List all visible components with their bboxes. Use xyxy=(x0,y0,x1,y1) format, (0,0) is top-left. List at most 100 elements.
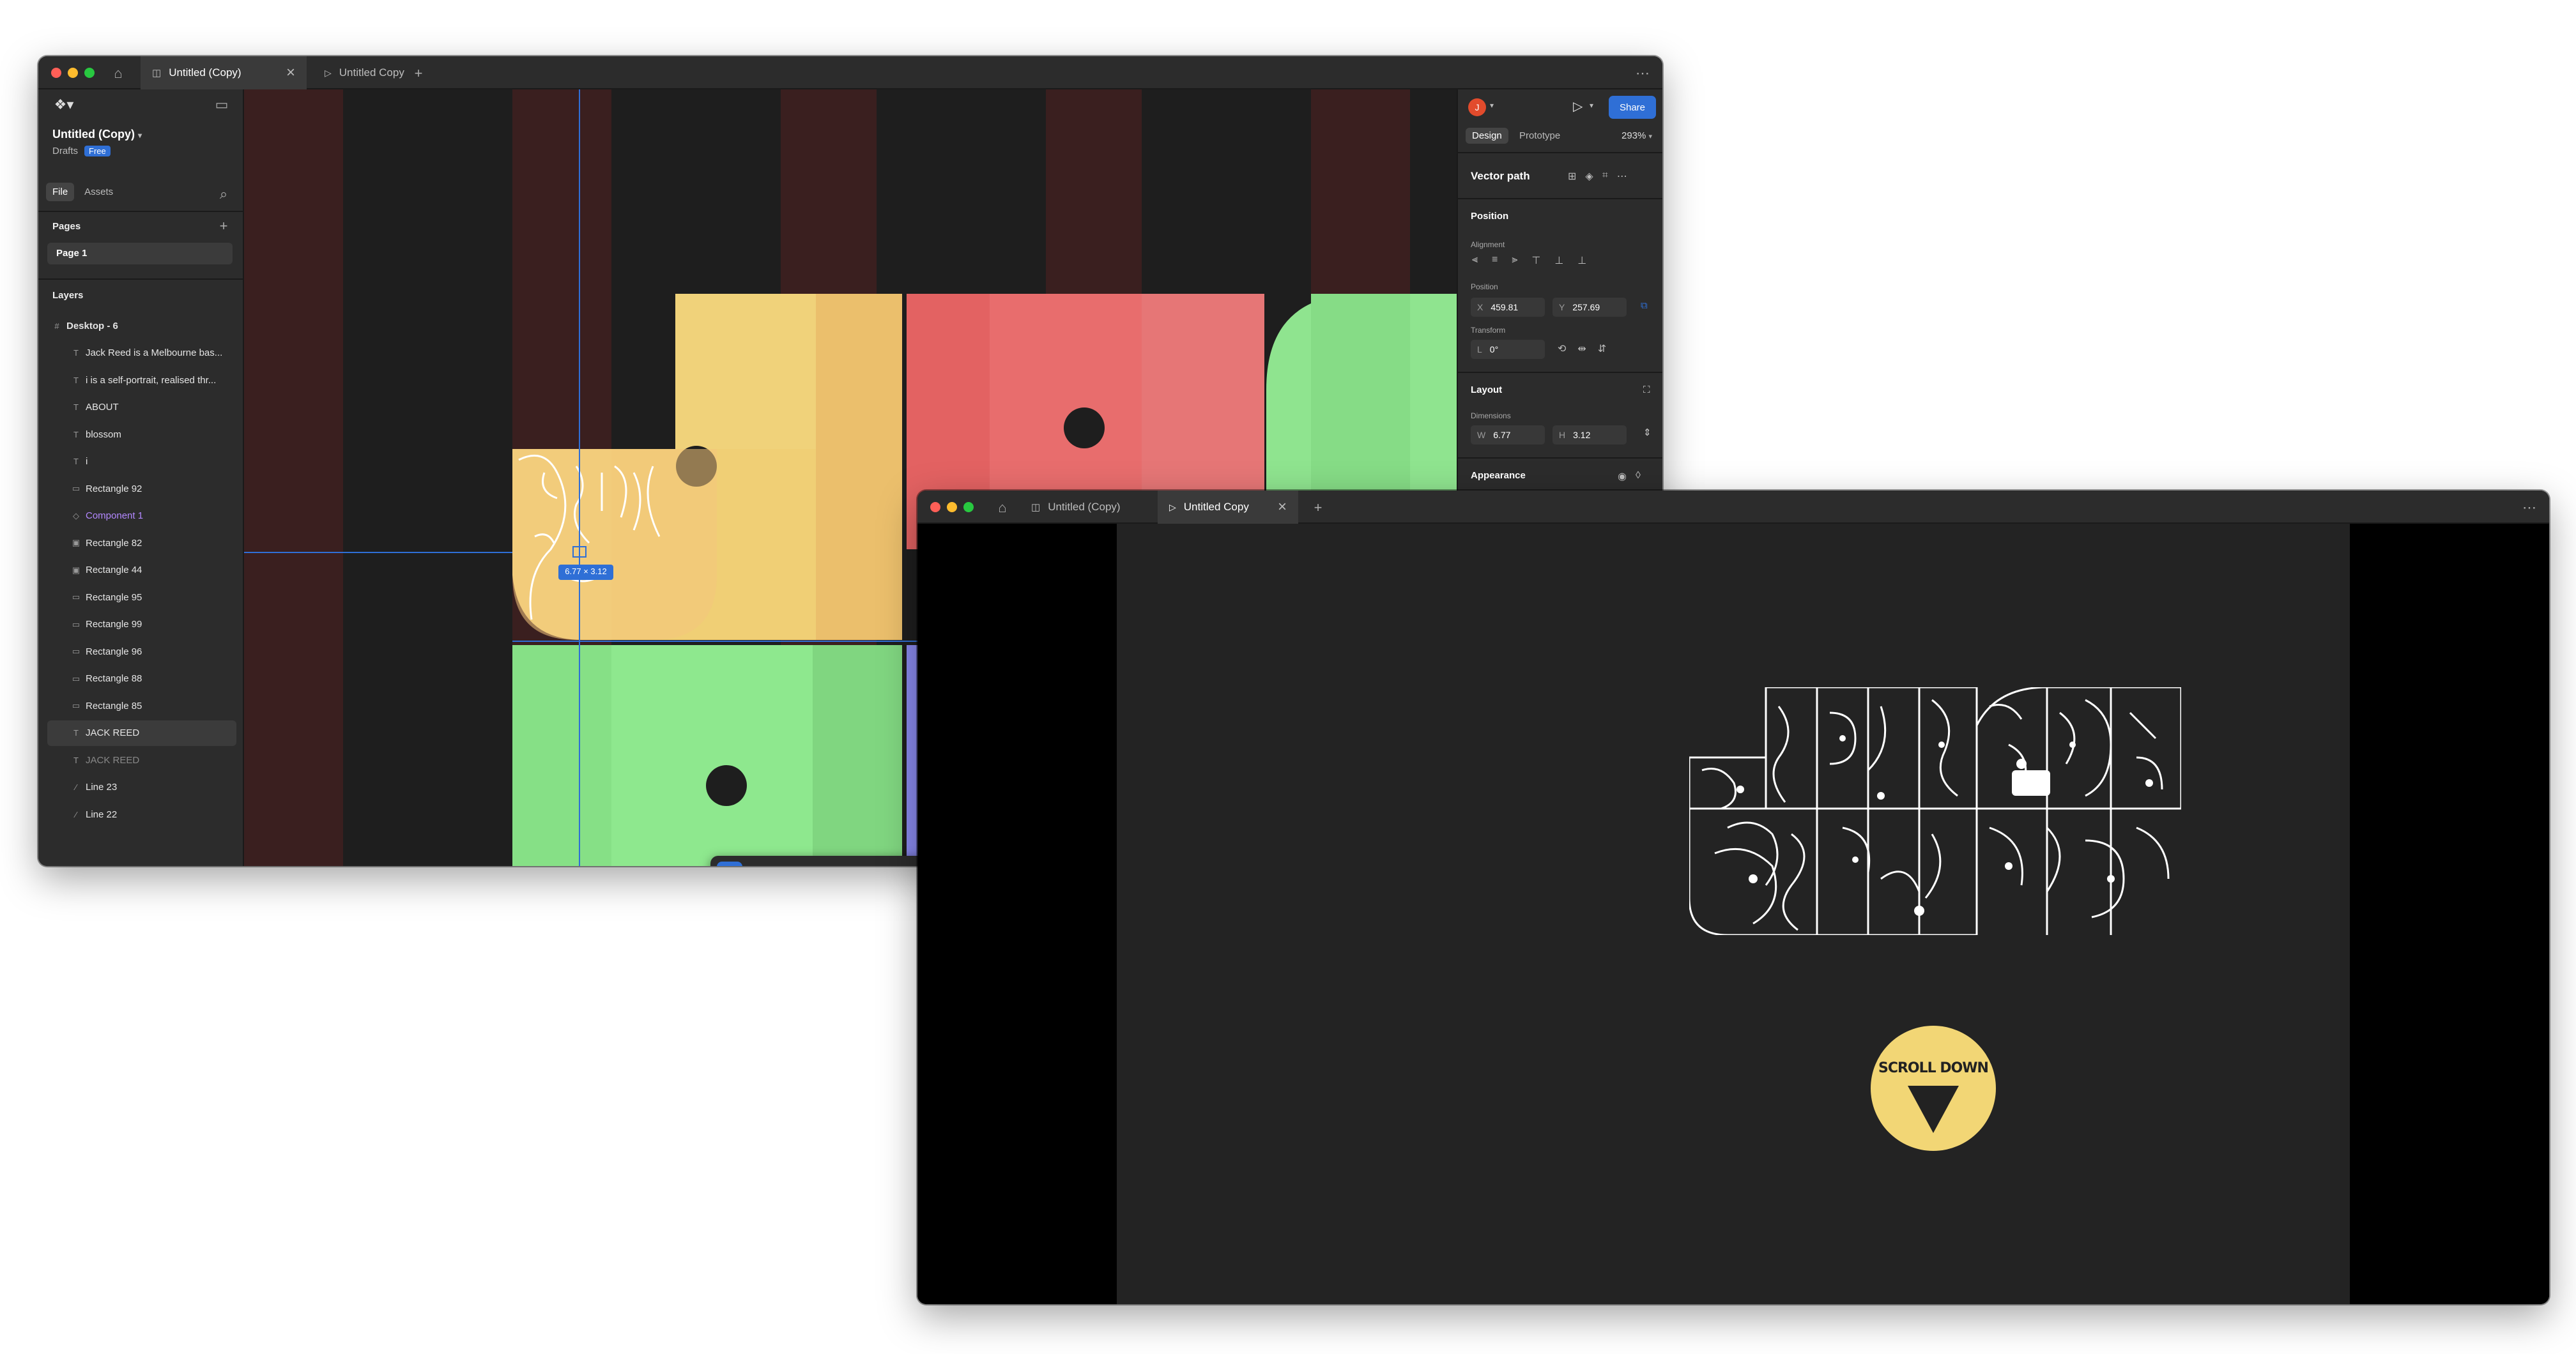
layout-grid-icon[interactable]: ⛶ xyxy=(1643,384,1650,395)
tab-file[interactable]: File xyxy=(46,183,75,201)
selection-actions: ⊞ ◈ ⌗ ⋯ xyxy=(1568,170,1627,183)
close-window-button[interactable] xyxy=(51,68,61,78)
home-icon[interactable]: ⌂ xyxy=(993,498,1012,517)
search-icon[interactable]: ⌕ xyxy=(215,185,233,203)
more-icon[interactable]: ⋯ xyxy=(1617,170,1627,183)
tab-prototype[interactable]: Prototype xyxy=(1519,130,1560,141)
avatar[interactable]: J xyxy=(1468,98,1486,116)
tab-design[interactable]: Design xyxy=(1466,128,1508,144)
scroll-down-button[interactable]: SCROLL DOWN xyxy=(1871,1026,1996,1151)
layer-item[interactable]: ▣ Rectangle 82 xyxy=(47,530,236,556)
mask-icon[interactable]: ◈ xyxy=(1585,170,1593,183)
layer-item[interactable]: ◇ Component 1 xyxy=(47,503,236,529)
layer-item[interactable]: Ti is a self-portrait, realised thr... xyxy=(47,367,236,393)
component-icon[interactable]: ⊞ xyxy=(1568,170,1576,183)
y-field[interactable]: Y 257.69 xyxy=(1552,298,1627,317)
layer-label: ABOUT xyxy=(86,402,119,413)
layer-item[interactable]: ▭ Rectangle 92 xyxy=(47,476,236,501)
chevron-down-icon[interactable]: ▾ xyxy=(1490,101,1494,110)
tab-assets[interactable]: Assets xyxy=(78,183,119,201)
prototype-frame[interactable]: SCROLL DOWN xyxy=(1117,524,2350,1304)
frame-icon: # xyxy=(54,321,59,331)
window-controls xyxy=(51,68,95,78)
add-page-icon[interactable]: + xyxy=(215,217,233,235)
file-title[interactable]: Untitled (Copy) ▾ xyxy=(52,128,142,141)
layer-item[interactable]: T JACK REED xyxy=(47,720,236,746)
text-tool-icon[interactable]: T xyxy=(885,862,911,866)
eye-icon[interactable]: ◉ xyxy=(1618,470,1627,483)
layer-item[interactable]: Ti xyxy=(47,449,236,475)
rectangle-icon: ▭ xyxy=(72,646,80,656)
rectangle-icon: ▭ xyxy=(72,701,80,710)
layer-item[interactable]: T JACK REED xyxy=(47,747,236,773)
maximize-window-button[interactable] xyxy=(84,68,95,78)
layer-item[interactable]: Tblossom xyxy=(47,422,236,447)
minimize-window-button[interactable] xyxy=(68,68,78,78)
flip-vertical-icon[interactable]: ⇵ xyxy=(1598,342,1606,355)
align-middle-icon[interactable]: ⊥ xyxy=(1554,254,1563,267)
left-sidebar: ❖▾ ▭ Untitled (Copy) ▾ Drafts Free File … xyxy=(38,89,244,866)
share-button[interactable]: Share xyxy=(1609,96,1656,119)
layer-item[interactable]: ∕ Line 22 xyxy=(47,802,236,827)
tab-untitled-copy-parens[interactable]: ◫ Untitled (Copy) × xyxy=(141,56,307,89)
layer-item[interactable]: ▭ Rectangle 88 xyxy=(47,666,236,692)
present-icon[interactable]: ▷ xyxy=(1573,98,1583,114)
panel-toggle-icon[interactable]: ▭ xyxy=(211,95,233,115)
opacity-drop-icon[interactable]: ◊ xyxy=(1636,470,1641,483)
close-icon[interactable]: × xyxy=(1278,498,1287,516)
more-icon[interactable]: ⋯ xyxy=(1633,64,1652,83)
more-icon[interactable]: ⋯ xyxy=(2520,498,2539,517)
close-icon[interactable]: × xyxy=(286,64,295,82)
rotate-icon[interactable]: ⟲ xyxy=(1558,342,1566,355)
maximize-window-button[interactable] xyxy=(963,502,974,512)
home-icon[interactable]: ⌂ xyxy=(109,64,128,83)
page-item[interactable]: Page 1 xyxy=(47,243,233,264)
new-tab-icon[interactable]: + xyxy=(1308,498,1328,517)
tab-untitled-copy[interactable]: ▷ Untitled Copy × xyxy=(1158,491,1298,524)
rectangle-icon: ▭ xyxy=(72,592,80,602)
move-tool-icon[interactable]: ➤ xyxy=(717,862,742,866)
chevron-down-icon: ▾ xyxy=(138,131,142,140)
frame-tool-icon[interactable]: # xyxy=(759,862,785,866)
align-right-icon[interactable]: ⫸ xyxy=(1512,254,1517,267)
layer-label: Rectangle 95 xyxy=(86,591,142,603)
divider xyxy=(1458,457,1662,459)
align-left-icon[interactable]: ⫷ xyxy=(1472,254,1478,267)
titlebar: ⌂ ◫ Untitled (Copy) ▷ Untitled Copy × + … xyxy=(917,491,2549,524)
component-icon: ◇ xyxy=(73,510,79,521)
align-center-icon[interactable]: ≡ xyxy=(1492,254,1498,267)
layer-item[interactable]: ▭ Rectangle 96 xyxy=(47,639,236,664)
layer-item[interactable]: T ABOUT xyxy=(47,395,236,420)
constraints-icon[interactable]: ⧉ xyxy=(1641,300,1648,311)
rectangle-icon: ▭ xyxy=(72,483,80,493)
line-icon: ∕ xyxy=(75,782,77,792)
minimize-window-button[interactable] xyxy=(947,502,957,512)
constrain-proportions-icon[interactable]: ⇕ xyxy=(1643,427,1652,438)
x-field[interactable]: X 459.81 xyxy=(1471,298,1545,317)
flip-horizontal-icon[interactable]: ⇹ xyxy=(1577,342,1586,355)
layer-label: Component 1 xyxy=(86,510,144,521)
rotation-field[interactable]: L 0° xyxy=(1471,340,1545,359)
layer-item[interactable]: T Jack Reed is a Melbourne bas... xyxy=(47,340,236,366)
pen-tool-icon[interactable]: ✒ xyxy=(843,862,869,866)
tab-untitled-copy-parens[interactable]: ◫ Untitled (Copy) xyxy=(1020,491,1154,524)
layer-item[interactable]: ▭ Rectangle 95 xyxy=(47,584,236,610)
zoom-control[interactable]: 293% ▾ xyxy=(1621,130,1652,141)
new-tab-icon[interactable]: + xyxy=(409,64,428,83)
figma-menu-icon[interactable]: ❖▾ xyxy=(51,95,77,115)
layer-label: JACK REED xyxy=(86,754,140,766)
align-bottom-icon[interactable]: ⊥ xyxy=(1577,254,1586,267)
layer-item[interactable]: ▭ Rectangle 85 xyxy=(47,693,236,719)
align-top-icon[interactable]: ⊤ xyxy=(1531,254,1540,267)
close-window-button[interactable] xyxy=(930,502,940,512)
layer-item[interactable]: ▭ Rectangle 99 xyxy=(47,612,236,637)
layer-item[interactable]: ▣ Rectangle 44 xyxy=(47,558,236,583)
rectangle-tool-icon[interactable]: □ xyxy=(801,862,827,866)
position-heading: Position xyxy=(1471,211,1509,222)
chevron-down-icon[interactable]: ▾ xyxy=(1590,101,1593,110)
layer-item[interactable]: ∕ Line 23 xyxy=(47,775,236,800)
frame-icon[interactable]: ⌗ xyxy=(1602,170,1608,183)
width-field[interactable]: W 6.77 xyxy=(1471,425,1545,445)
layer-frame-item[interactable]: # Desktop - 6 xyxy=(47,313,236,338)
height-field[interactable]: H 3.12 xyxy=(1552,425,1627,445)
